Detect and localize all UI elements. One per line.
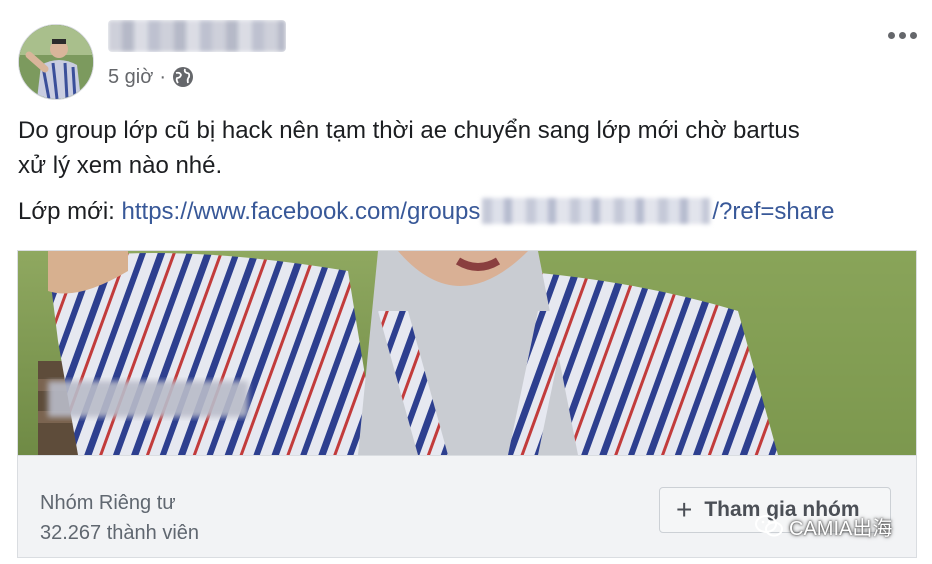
card-footer: Nhóm Riêng tư 32.267 thành viên + Tham g… xyxy=(18,455,916,557)
group-link[interactable]: https://www.facebook.com/groups /?ref=sha… xyxy=(122,198,834,225)
group-privacy: Nhóm Riêng tư xyxy=(40,492,176,514)
post-link-line: Lớp mới: https://www.facebook.com/groups… xyxy=(18,196,928,228)
avatar[interactable] xyxy=(18,24,94,100)
post-text-line: Do group lớp cũ bị hack nên tạm thời ae … xyxy=(18,117,800,144)
meta-separator: · xyxy=(159,65,167,88)
facebook-post: 5 giờ · Do group lớp cũ bị hack nên tạm … xyxy=(0,0,932,564)
group-link-end[interactable]: /?ref=share xyxy=(712,198,834,225)
plus-icon: + xyxy=(676,494,693,525)
post-meta: 5 giờ · xyxy=(108,63,194,91)
post-text: Do group lớp cũ bị hack nên tạm thời ae … xyxy=(18,113,918,183)
group-cover-image[interactable] xyxy=(18,251,916,455)
link-prefix: Lớp mới: xyxy=(18,198,115,225)
globe-icon[interactable] xyxy=(172,66,194,88)
post-timestamp[interactable]: 5 giờ xyxy=(108,66,153,89)
group-link-start[interactable]: https://www.facebook.com/groups xyxy=(122,198,481,225)
post-text-line: xử lý xem nào nhé. xyxy=(18,152,223,179)
group-member-count: 32.267 thành viên xyxy=(40,522,200,544)
wechat-icon xyxy=(755,515,783,537)
watermark-text: CAMIA出海 xyxy=(789,517,893,540)
more-options-icon[interactable] xyxy=(882,22,922,48)
watermark: CAMIA出海 xyxy=(755,512,892,540)
author-name-blurred[interactable] xyxy=(108,20,286,52)
group-link-blurred-segment[interactable] xyxy=(482,198,711,224)
